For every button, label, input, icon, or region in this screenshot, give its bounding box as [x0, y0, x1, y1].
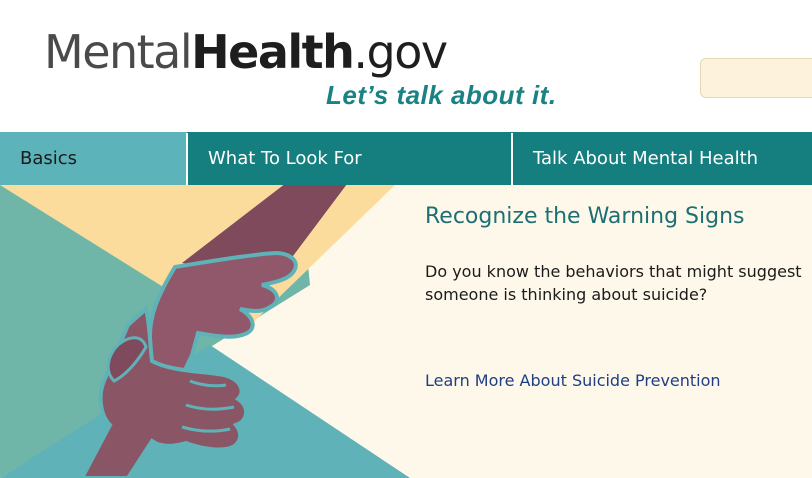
learn-more-link[interactable]: Learn More About Suicide Prevention — [425, 371, 721, 390]
hero-banner: Recognize the Warning Signs Do you know … — [0, 185, 812, 478]
hero-title: Recognize the Warning Signs — [425, 204, 745, 229]
logo-part-health: Health — [191, 25, 355, 79]
site-header: MentalHealth.gov Let’s talk about it. — [0, 0, 812, 132]
tagline: Let’s talk about it. — [326, 80, 557, 110]
main-nav: Basics What To Look For Talk About Menta… — [0, 132, 812, 185]
nav-item-talk-about-mental-health[interactable]: Talk About Mental Health — [513, 132, 812, 185]
nav-item-what-to-look-for[interactable]: What To Look For — [188, 132, 512, 185]
nav-item-basics[interactable]: Basics — [0, 132, 187, 185]
site-logo[interactable]: MentalHealth.gov — [44, 24, 448, 80]
search-input[interactable] — [700, 58, 812, 98]
hero-description: Do you know the behaviors that might sug… — [425, 262, 802, 304]
logo-part-mental: Mental — [44, 25, 193, 79]
logo-part-gov: .gov — [353, 25, 448, 79]
nav-divider — [186, 133, 188, 185]
nav-divider — [511, 133, 513, 185]
